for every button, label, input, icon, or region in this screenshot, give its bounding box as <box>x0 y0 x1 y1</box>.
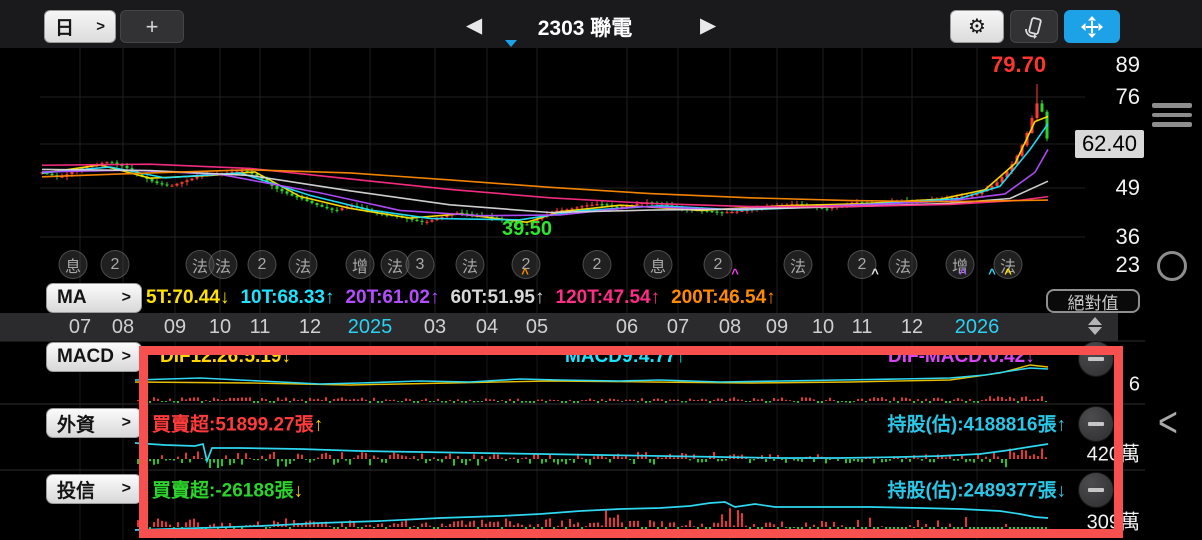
period-selector-button[interactable]: 日 > <box>44 10 116 43</box>
event-badge[interactable]: 2 <box>100 250 130 279</box>
date-axis-month-label: 11 <box>851 316 873 338</box>
date-axis-month-label: 11 <box>249 316 271 338</box>
alert-caret-icon: ^ <box>521 266 529 281</box>
date-axis-month-label: 03 <box>423 316 447 338</box>
period-high-label: 79.70 <box>991 52 1047 77</box>
ma-settings-button[interactable]: MA > <box>46 283 142 313</box>
plus-icon: + <box>145 13 159 39</box>
ma-button-label: MA <box>57 287 87 308</box>
top-bar: 日 > + ◀ 2303 聯電 ▶ ⚙ <box>0 0 1202 48</box>
price-axis-label: 89 <box>1115 52 1140 77</box>
rotate-screen-button[interactable] <box>1010 10 1058 43</box>
alert-caret-icon: ^ <box>988 266 996 281</box>
macd-axis-label: 6 <box>1128 373 1140 396</box>
title-dropdown-caret-icon <box>505 40 517 47</box>
fullscreen-button[interactable] <box>1064 10 1120 43</box>
date-axis-month-label: 06 <box>615 316 639 338</box>
ma-value: 120T:47.54↑ <box>555 287 661 308</box>
date-axis-month-label: 04 <box>475 316 499 338</box>
date-axis-month-label: 10 <box>208 316 232 338</box>
date-axis-month-label: 08 <box>111 316 135 338</box>
stock-chart-app: 日 > + ◀ 2303 聯電 ▶ ⚙ 79.70 39.50 89 76 62… <box>0 0 1202 540</box>
ma-value: 60T:51.95↑ <box>450 287 545 308</box>
foreign-button-label: 外資 <box>57 414 96 436</box>
alert-caret-icon: ^ <box>731 266 739 281</box>
date-axis-month-label: 09 <box>765 316 789 338</box>
date-axis-month-label: 08 <box>718 316 742 338</box>
ma-values-row: 5T:70.44↓ 10T:68.33↑ 20T:61.02↑ 60T:51.95↑ 1… <box>146 283 776 313</box>
trust-button-label: 投信 <box>57 480 96 502</box>
annotation-rectangle <box>139 346 1123 538</box>
settings-button[interactable]: ⚙ <box>950 10 1004 43</box>
date-axis-month-label: 07 <box>666 316 690 338</box>
ma-value: 10T:68.33↑ <box>240 287 335 308</box>
period-low-label: 39.50 <box>502 218 553 240</box>
event-badge[interactable]: 法 <box>455 250 485 279</box>
price-axis-label: 76 <box>1115 84 1140 109</box>
foreign-settings-button[interactable]: 外資 > <box>46 408 142 438</box>
event-badge[interactable]: 法 <box>888 250 918 279</box>
trust-settings-button[interactable]: 投信 > <box>46 474 142 504</box>
chevron-right-icon: > <box>121 414 131 431</box>
alert-caret-icon: ^ <box>871 266 879 281</box>
alert-caret-icon: ^ <box>959 266 967 281</box>
date-axis-month-label: 12 <box>900 316 924 338</box>
add-indicator-button[interactable]: + <box>120 10 184 43</box>
triangle-down-icon <box>1088 327 1102 335</box>
price-axis-label: 23 <box>1115 252 1140 277</box>
gear-icon: ⚙ <box>968 16 986 38</box>
page-indicator-icon[interactable] <box>1157 251 1187 281</box>
macd-button-label: MACD <box>57 346 114 367</box>
event-badge[interactable]: 法 <box>208 250 238 279</box>
event-badge[interactable]: 法 <box>288 250 318 279</box>
chevron-right-icon: > <box>121 289 131 306</box>
absolute-value-toggle[interactable]: 絕對值 <box>1046 289 1140 313</box>
date-axis-month-label: 10 <box>811 316 835 338</box>
date-axis-year-label: 2026 <box>954 316 1000 338</box>
macd-settings-button[interactable]: MACD > <box>46 342 142 372</box>
date-axis-month-label: 12 <box>298 316 322 338</box>
event-badge[interactable]: 息 <box>58 250 88 279</box>
event-badge[interactable]: 息 <box>643 250 673 279</box>
period-label: 日 <box>55 18 75 39</box>
chevron-right-icon: > <box>121 480 131 497</box>
triangle-up-icon <box>1088 317 1102 325</box>
rotate-phone-icon <box>1025 16 1042 39</box>
current-price-label: 62.40 <box>1074 130 1144 158</box>
date-axis-month-label: 05 <box>525 316 549 338</box>
menu-icon[interactable] <box>1152 103 1192 132</box>
date-axis-month-label: 07 <box>68 316 92 338</box>
date-axis-scale-control[interactable] <box>1088 317 1102 335</box>
event-badge[interactable]: 3 <box>405 250 435 279</box>
ma-value: 5T:70.44↓ <box>146 287 230 308</box>
date-axis-year-label: 2025 <box>347 316 393 338</box>
ma-value: 200T:46.54↑ <box>671 287 776 308</box>
expand-arrows-icon <box>1081 15 1103 38</box>
event-badge[interactable]: 2 <box>247 250 277 279</box>
stock-title[interactable]: 2303 聯電 <box>470 12 700 42</box>
ma-value: 20T:61.02↑ <box>345 287 440 308</box>
chevron-right-icon: > <box>121 348 131 365</box>
date-axis-month-label: 09 <box>163 316 187 338</box>
next-stock-arrow[interactable]: ▶ <box>700 13 716 38</box>
event-badge[interactable]: 增 <box>345 250 375 279</box>
event-badge[interactable]: 法 <box>783 250 813 279</box>
price-axis-label: 49 <box>1115 175 1140 200</box>
chevron-left-icon[interactable]: < <box>1158 399 1178 448</box>
event-badge[interactable]: 2 <box>703 250 733 279</box>
alert-caret-icon: ^ <box>1004 266 1012 281</box>
event-badge[interactable]: 2 <box>582 250 612 279</box>
chevron-right-icon: > <box>96 18 105 35</box>
price-axis-label: 36 <box>1115 224 1140 249</box>
